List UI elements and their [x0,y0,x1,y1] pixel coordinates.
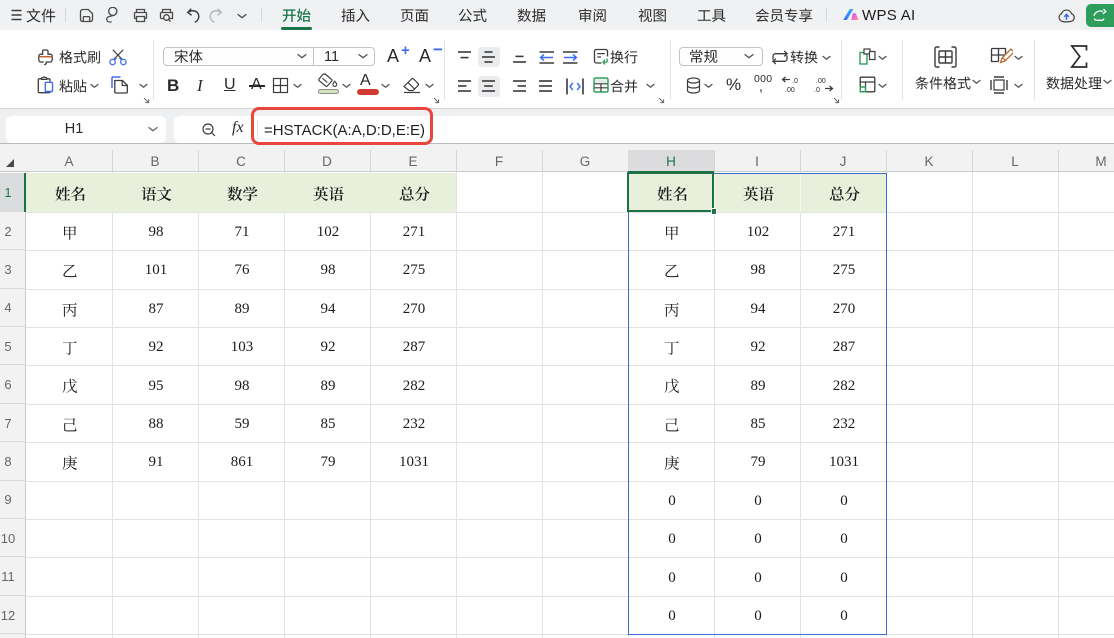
svg-text:.00: .00 [816,78,826,85]
svg-text:.0: .0 [792,78,798,85]
svg-text:.0: .0 [814,87,820,93]
svg-text:.00: .00 [785,87,795,93]
